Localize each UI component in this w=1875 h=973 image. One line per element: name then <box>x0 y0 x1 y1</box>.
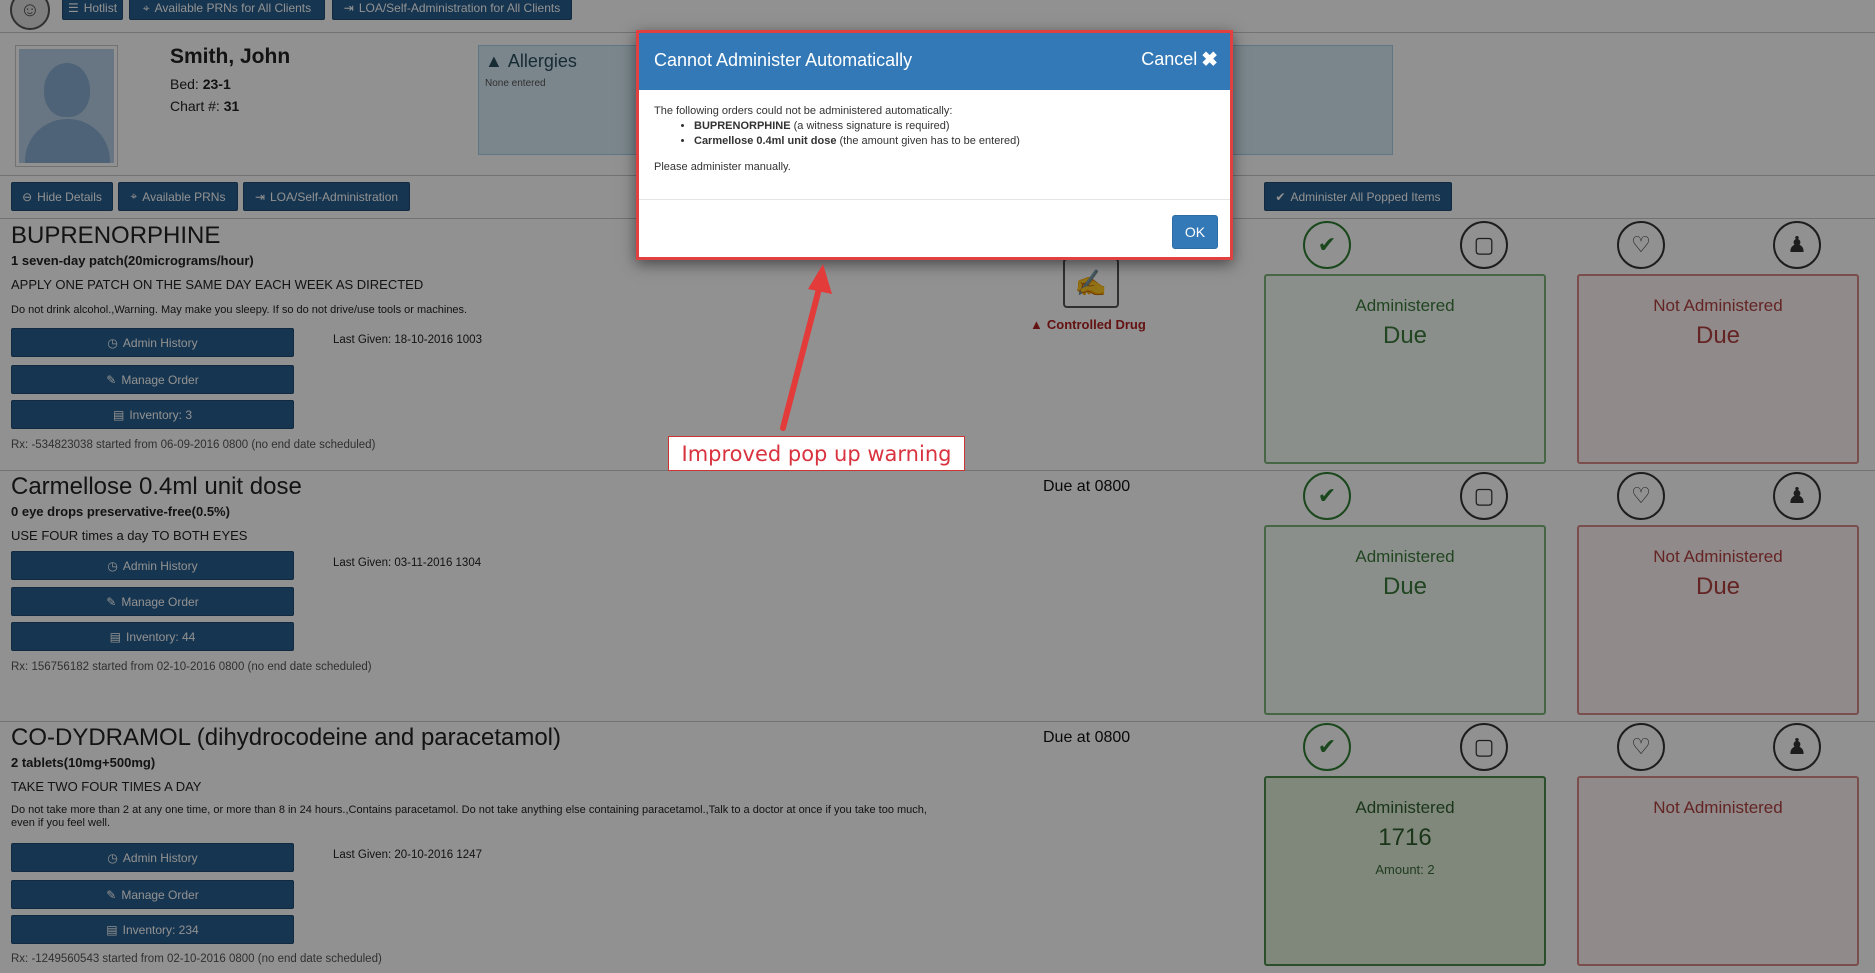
medication-administration-screen: ☺ ☰ Hotlist ⌖ Available PRNs for All Cli… <box>0 0 1875 973</box>
annotation-arrow <box>780 264 832 431</box>
annotation-callout: Improved pop up warning <box>668 436 965 471</box>
